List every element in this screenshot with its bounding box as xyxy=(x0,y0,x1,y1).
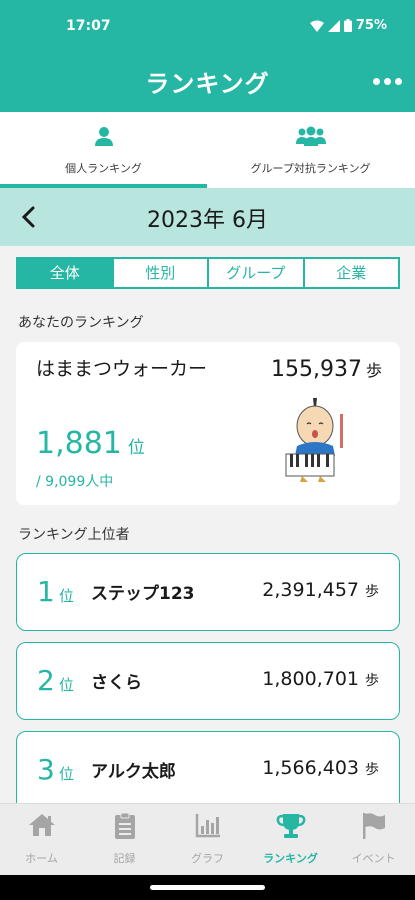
more-dot-icon xyxy=(372,77,380,85)
nav-records[interactable]: 記録 xyxy=(83,804,166,875)
nav-label: 記録 xyxy=(113,852,136,865)
my-ranking-heading: あなたのランキング xyxy=(18,315,144,331)
rank-value: 1 xyxy=(37,575,55,608)
steps-value: 2,391,457 xyxy=(262,579,359,601)
steps-value: 1,800,701 xyxy=(262,668,359,690)
more-options-button[interactable] xyxy=(369,66,405,96)
person-icon xyxy=(94,127,113,146)
system-navigation-bar xyxy=(0,875,415,900)
steps-unit: 歩 xyxy=(365,361,382,380)
ranker-card[interactable]: 1位 ステップ123 2,391,457 歩 xyxy=(16,553,400,631)
nav-home[interactable]: ホーム xyxy=(0,804,83,875)
nav-label: グラフ xyxy=(191,852,224,865)
bar-chart-icon xyxy=(195,814,220,838)
rank-unit: 位 xyxy=(58,587,74,605)
nav-label: ホーム xyxy=(25,852,58,865)
rank-unit: 位 xyxy=(127,438,145,458)
mascot-character-image xyxy=(285,398,343,482)
ranker-rank: 3位 xyxy=(37,753,74,786)
ranker-steps: 1,800,701 歩 xyxy=(262,668,379,690)
status-bar: 17:07 75% xyxy=(0,0,415,54)
tab-group-ranking[interactable]: グループ対抗ランキング xyxy=(207,112,414,188)
month-selector: 2023年 6月 xyxy=(0,188,415,246)
steps-unit: 歩 xyxy=(365,762,379,778)
status-time: 17:07 xyxy=(66,18,111,34)
nav-label: ランキング xyxy=(263,852,318,865)
more-dot-icon xyxy=(394,77,402,85)
steps-unit: 歩 xyxy=(365,584,379,600)
home-icon xyxy=(28,814,55,836)
rank-value: 3 xyxy=(37,753,55,786)
nav-ranking[interactable]: ランキング xyxy=(249,804,332,875)
ranker-name: アルク太郎 xyxy=(91,762,176,782)
my-ranking-card: はままつウォーカー 155,937 歩 1,881 位 / 9,099人中 xyxy=(16,342,400,505)
ranker-steps: 1,566,403 歩 xyxy=(262,757,379,779)
battery-icon xyxy=(343,19,352,32)
ranker-rank: 1位 xyxy=(37,575,74,608)
more-dot-icon xyxy=(383,77,391,85)
ranker-name: さくら xyxy=(91,673,142,693)
ranker-name: ステップ123 xyxy=(91,584,195,604)
ranker-card[interactable]: 2位 さくら 1,800,701 歩 xyxy=(16,642,400,720)
total-participants: / 9,099人中 xyxy=(36,474,114,490)
home-gesture-handle[interactable] xyxy=(150,885,265,890)
top-rankers-heading: ランキング上位者 xyxy=(18,527,130,543)
my-name: はままつウォーカー xyxy=(36,358,208,380)
my-steps-value: 155,937 xyxy=(271,357,362,382)
nav-label: イベント xyxy=(351,852,396,865)
filter-company[interactable]: 企業 xyxy=(302,259,399,287)
my-rank: 1,881 位 xyxy=(36,426,145,461)
steps-unit: 歩 xyxy=(365,673,379,689)
wifi-icon xyxy=(309,20,324,32)
filter-gender[interactable]: 性別 xyxy=(111,259,208,287)
signal-icon xyxy=(327,19,340,32)
page-title: ランキング xyxy=(145,70,270,98)
group-icon xyxy=(295,126,326,146)
ranking-filter: 全体 性別 グループ 企業 xyxy=(16,257,400,289)
battery-level: 75% xyxy=(355,18,387,33)
trophy-icon xyxy=(276,814,305,838)
nav-event[interactable]: イベント xyxy=(332,804,415,875)
month-label: 2023年 6月 xyxy=(147,208,268,233)
rank-unit: 位 xyxy=(58,765,74,783)
status-icons: 75% xyxy=(309,18,387,33)
bottom-navigation: ホーム 記録 グラフ ランキング イベント xyxy=(0,803,415,875)
app-bar: ランキング xyxy=(0,54,415,112)
ranking-type-tabs: 個人ランキング グループ対抗ランキング xyxy=(0,112,415,188)
ranker-steps: 2,391,457 歩 xyxy=(262,579,379,601)
rank-value: 2 xyxy=(37,664,55,697)
my-steps: 155,937 歩 xyxy=(271,357,382,382)
tab-individual-ranking[interactable]: 個人ランキング xyxy=(0,112,207,188)
my-rank-value: 1,881 xyxy=(36,426,122,461)
rank-unit: 位 xyxy=(58,676,74,694)
tab-label: グループ対抗ランキング xyxy=(250,162,371,175)
steps-value: 1,566,403 xyxy=(262,757,359,779)
flag-icon xyxy=(362,813,385,839)
ranker-rank: 2位 xyxy=(37,664,74,697)
filter-group[interactable]: グループ xyxy=(207,259,303,287)
nav-graph[interactable]: グラフ xyxy=(166,804,249,875)
filter-all[interactable]: 全体 xyxy=(18,259,112,287)
tab-label: 個人ランキング xyxy=(65,162,142,175)
clipboard-icon xyxy=(114,812,135,839)
